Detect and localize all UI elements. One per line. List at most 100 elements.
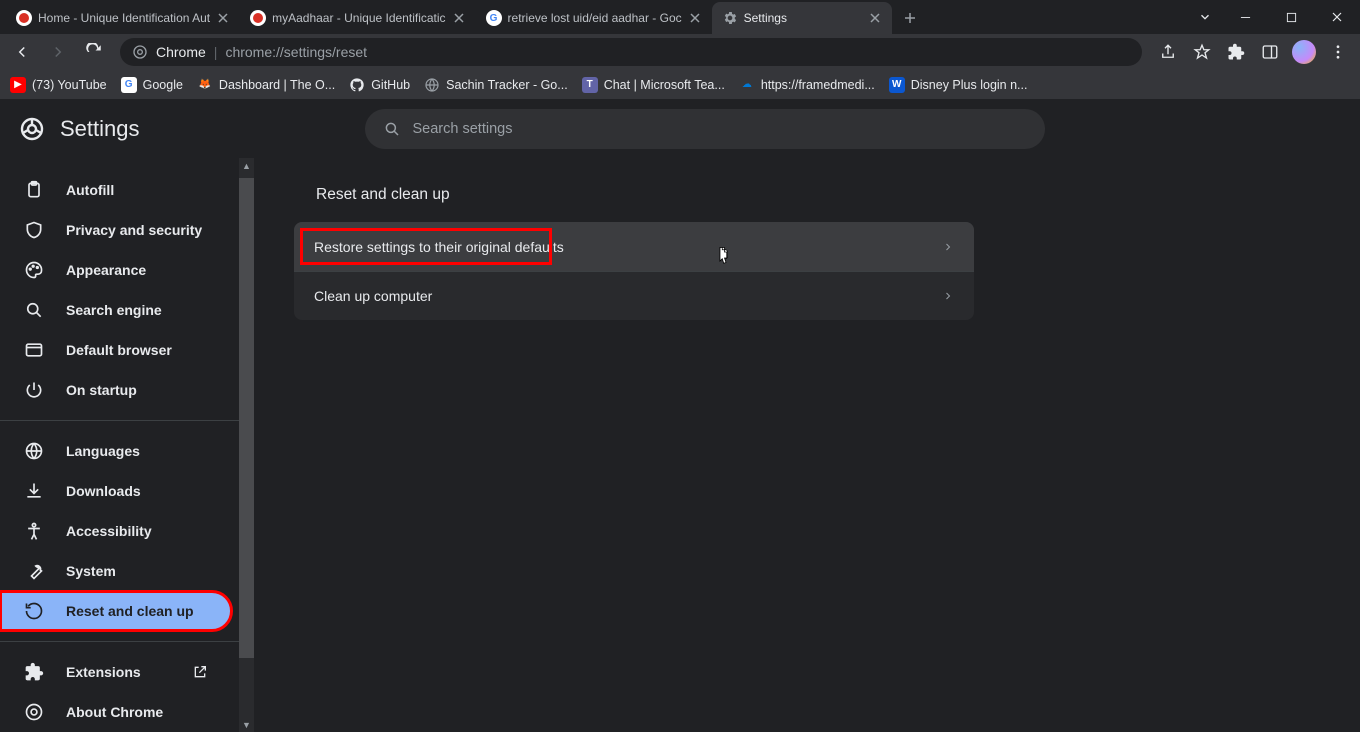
scrollbar-track[interactable]: ▲ ▼ xyxy=(239,158,254,732)
sidebar-item-reset[interactable]: Reset and clean up xyxy=(0,591,232,631)
bookmark-favicon: W xyxy=(889,77,905,93)
tab-search-button[interactable] xyxy=(1188,0,1222,34)
close-icon[interactable] xyxy=(688,11,702,25)
sidebar-item-privacy[interactable]: Privacy and security xyxy=(0,210,232,250)
chrome-icon xyxy=(24,702,44,722)
tab-title: myAadhaar - Unique Identificatic xyxy=(272,11,445,25)
bookmark-item[interactable]: GGoogle xyxy=(121,77,183,93)
tab-2[interactable]: G retrieve lost uid/eid aadhar - Goc xyxy=(476,2,712,34)
clipboard-icon xyxy=(24,180,44,200)
profile-avatar[interactable] xyxy=(1288,36,1320,68)
sidebar-item-on-startup[interactable]: On startup xyxy=(0,370,232,410)
extensions-icon[interactable] xyxy=(1220,36,1252,68)
browser-icon xyxy=(24,340,44,360)
section-title: Reset and clean up xyxy=(294,186,1320,204)
settings-card: Restore settings to their original defau… xyxy=(294,222,974,320)
globe-icon xyxy=(24,441,44,461)
sidebar-item-extensions[interactable]: Extensions xyxy=(0,652,232,692)
bookmarks-bar: ▶(73) YouTube GGoogle 🦊Dashboard | The O… xyxy=(0,70,1360,100)
scrollbar-thumb[interactable] xyxy=(239,178,254,658)
close-icon[interactable] xyxy=(868,11,882,25)
settings-body: Autofill Privacy and security Appearance… xyxy=(0,158,1360,732)
bookmark-item[interactable]: TChat | Microsoft Tea... xyxy=(582,77,725,93)
new-tab-button[interactable] xyxy=(896,4,924,32)
tab-title: Home - Unique Identification Aut xyxy=(38,11,210,25)
sidebar-item-appearance[interactable]: Appearance xyxy=(0,250,232,290)
sidebar-item-default-browser[interactable]: Default browser xyxy=(0,330,232,370)
menu-icon[interactable] xyxy=(1322,36,1354,68)
close-icon[interactable] xyxy=(452,11,466,25)
search-icon xyxy=(383,120,401,138)
bookmark-item[interactable]: Sachin Tracker - Go... xyxy=(424,77,568,93)
url-scheme: Chrome xyxy=(156,44,206,60)
maximize-button[interactable] xyxy=(1268,0,1314,34)
sidebar-item-about[interactable]: About Chrome xyxy=(0,692,232,732)
forward-button[interactable] xyxy=(42,36,74,68)
cloud-icon: ☁ xyxy=(739,77,755,93)
sidebar-item-autofill[interactable]: Autofill xyxy=(0,170,232,210)
bookmark-item[interactable]: 🦊Dashboard | The O... xyxy=(197,77,335,93)
bookmark-item[interactable]: WDisney Plus login n... xyxy=(889,77,1028,93)
tab-title: Settings xyxy=(744,11,862,25)
chevron-right-icon xyxy=(942,241,954,253)
row-cleanup-computer[interactable]: Clean up computer xyxy=(294,271,974,320)
shield-icon xyxy=(24,220,44,240)
search-settings-input[interactable]: Search settings xyxy=(365,109,1045,149)
chrome-icon xyxy=(132,44,148,60)
sidebar-item-downloads[interactable]: Downloads xyxy=(0,471,232,511)
share-icon[interactable] xyxy=(1152,36,1184,68)
bookmark-item[interactable]: ☁https://framedmedi... xyxy=(739,77,875,93)
sidebar-separator xyxy=(0,420,254,421)
google-icon: G xyxy=(121,77,137,93)
tab-favicon: G xyxy=(486,10,502,26)
address-bar[interactable]: Chrome | chrome://settings/reset xyxy=(120,38,1142,66)
titlebar: Home - Unique Identification Aut myAadha… xyxy=(0,0,1360,34)
gear-icon xyxy=(722,10,738,26)
power-icon xyxy=(24,380,44,400)
tab-favicon xyxy=(16,10,32,26)
tab-1[interactable]: myAadhaar - Unique Identificatic xyxy=(240,2,475,34)
row-restore-defaults[interactable]: Restore settings to their original defau… xyxy=(294,222,974,271)
chevron-right-icon xyxy=(942,290,954,302)
back-button[interactable] xyxy=(6,36,38,68)
minimize-button[interactable] xyxy=(1222,0,1268,34)
tab-title: retrieve lost uid/eid aadhar - Goc xyxy=(508,11,682,25)
sidebar-item-accessibility[interactable]: Accessibility xyxy=(0,511,232,551)
bookmark-item[interactable]: ▶(73) YouTube xyxy=(10,77,107,93)
toolbar-actions xyxy=(1152,36,1354,68)
teams-icon: T xyxy=(582,77,598,93)
close-icon[interactable] xyxy=(216,11,230,25)
bookmark-star-icon[interactable] xyxy=(1186,36,1218,68)
scroll-up-arrow[interactable]: ▲ xyxy=(239,158,254,173)
sidepanel-icon[interactable] xyxy=(1254,36,1286,68)
sidebar-separator xyxy=(0,641,254,642)
close-window-button[interactable] xyxy=(1314,0,1360,34)
search-placeholder: Search settings xyxy=(413,121,513,137)
bookmark-item[interactable]: GitHub xyxy=(349,77,410,93)
page-title: Settings xyxy=(60,116,140,142)
external-link-icon xyxy=(192,664,208,680)
accessibility-icon xyxy=(24,521,44,541)
sidebar-item-search-engine[interactable]: Search engine xyxy=(0,290,232,330)
tab-strip: Home - Unique Identification Aut myAadha… xyxy=(0,0,1188,34)
youtube-icon: ▶ xyxy=(10,77,26,93)
tab-favicon xyxy=(250,10,266,26)
search-icon xyxy=(24,300,44,320)
extension-icon xyxy=(24,662,44,682)
sidebar-item-system[interactable]: System xyxy=(0,551,232,591)
sidebar-item-languages[interactable]: Languages xyxy=(0,431,232,471)
palette-icon xyxy=(24,260,44,280)
tab-0[interactable]: Home - Unique Identification Aut xyxy=(6,2,240,34)
url-path: chrome://settings/reset xyxy=(225,44,367,60)
reload-button[interactable] xyxy=(78,36,110,68)
settings-main: Reset and clean up Restore settings to t… xyxy=(254,158,1360,732)
window-controls xyxy=(1188,0,1360,34)
settings-header: Settings Search settings xyxy=(0,100,1360,158)
settings-sidebar: Autofill Privacy and security Appearance… xyxy=(0,158,254,732)
scroll-down-arrow[interactable]: ▼ xyxy=(239,717,254,732)
globe-icon xyxy=(424,77,440,93)
bookmark-favicon: 🦊 xyxy=(197,77,213,93)
tab-3-active[interactable]: Settings xyxy=(712,2,892,34)
wrench-icon xyxy=(24,561,44,581)
github-icon xyxy=(349,77,365,93)
